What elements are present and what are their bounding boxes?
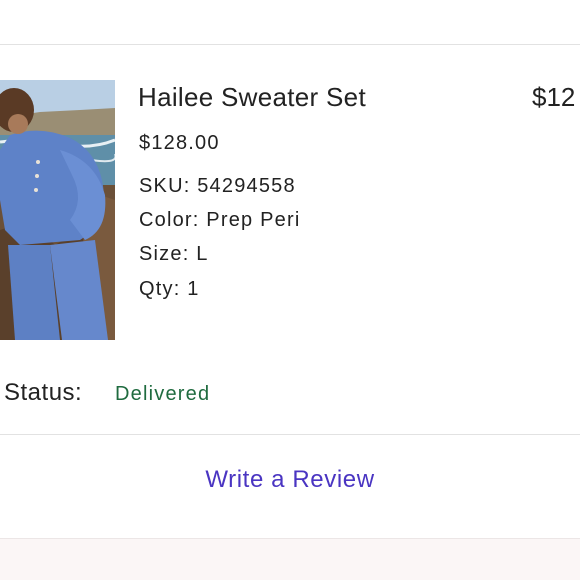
product-price: $128.00 — [139, 132, 220, 154]
product-sku: SKU: 54294558 — [139, 175, 296, 197]
product-title[interactable]: Hailee Sweater Set — [138, 82, 366, 113]
write-review-link[interactable]: Write a Review — [0, 466, 580, 494]
product-quantity: Qty: 1 — [139, 278, 200, 300]
order-detail-page: Hailee Sweater Set $12 $128.00 SKU: 5429… — [0, 0, 580, 580]
product-image[interactable] — [0, 80, 115, 340]
status-label: Status: — [4, 379, 83, 406]
top-divider — [0, 44, 580, 45]
product-color: Color: Prep Peri — [139, 209, 301, 231]
status-value: Delivered — [115, 383, 211, 405]
product-total-price: $12 — [532, 82, 576, 112]
bottom-section — [0, 538, 580, 580]
section-divider — [0, 434, 580, 435]
product-size: Size: L — [139, 243, 209, 265]
